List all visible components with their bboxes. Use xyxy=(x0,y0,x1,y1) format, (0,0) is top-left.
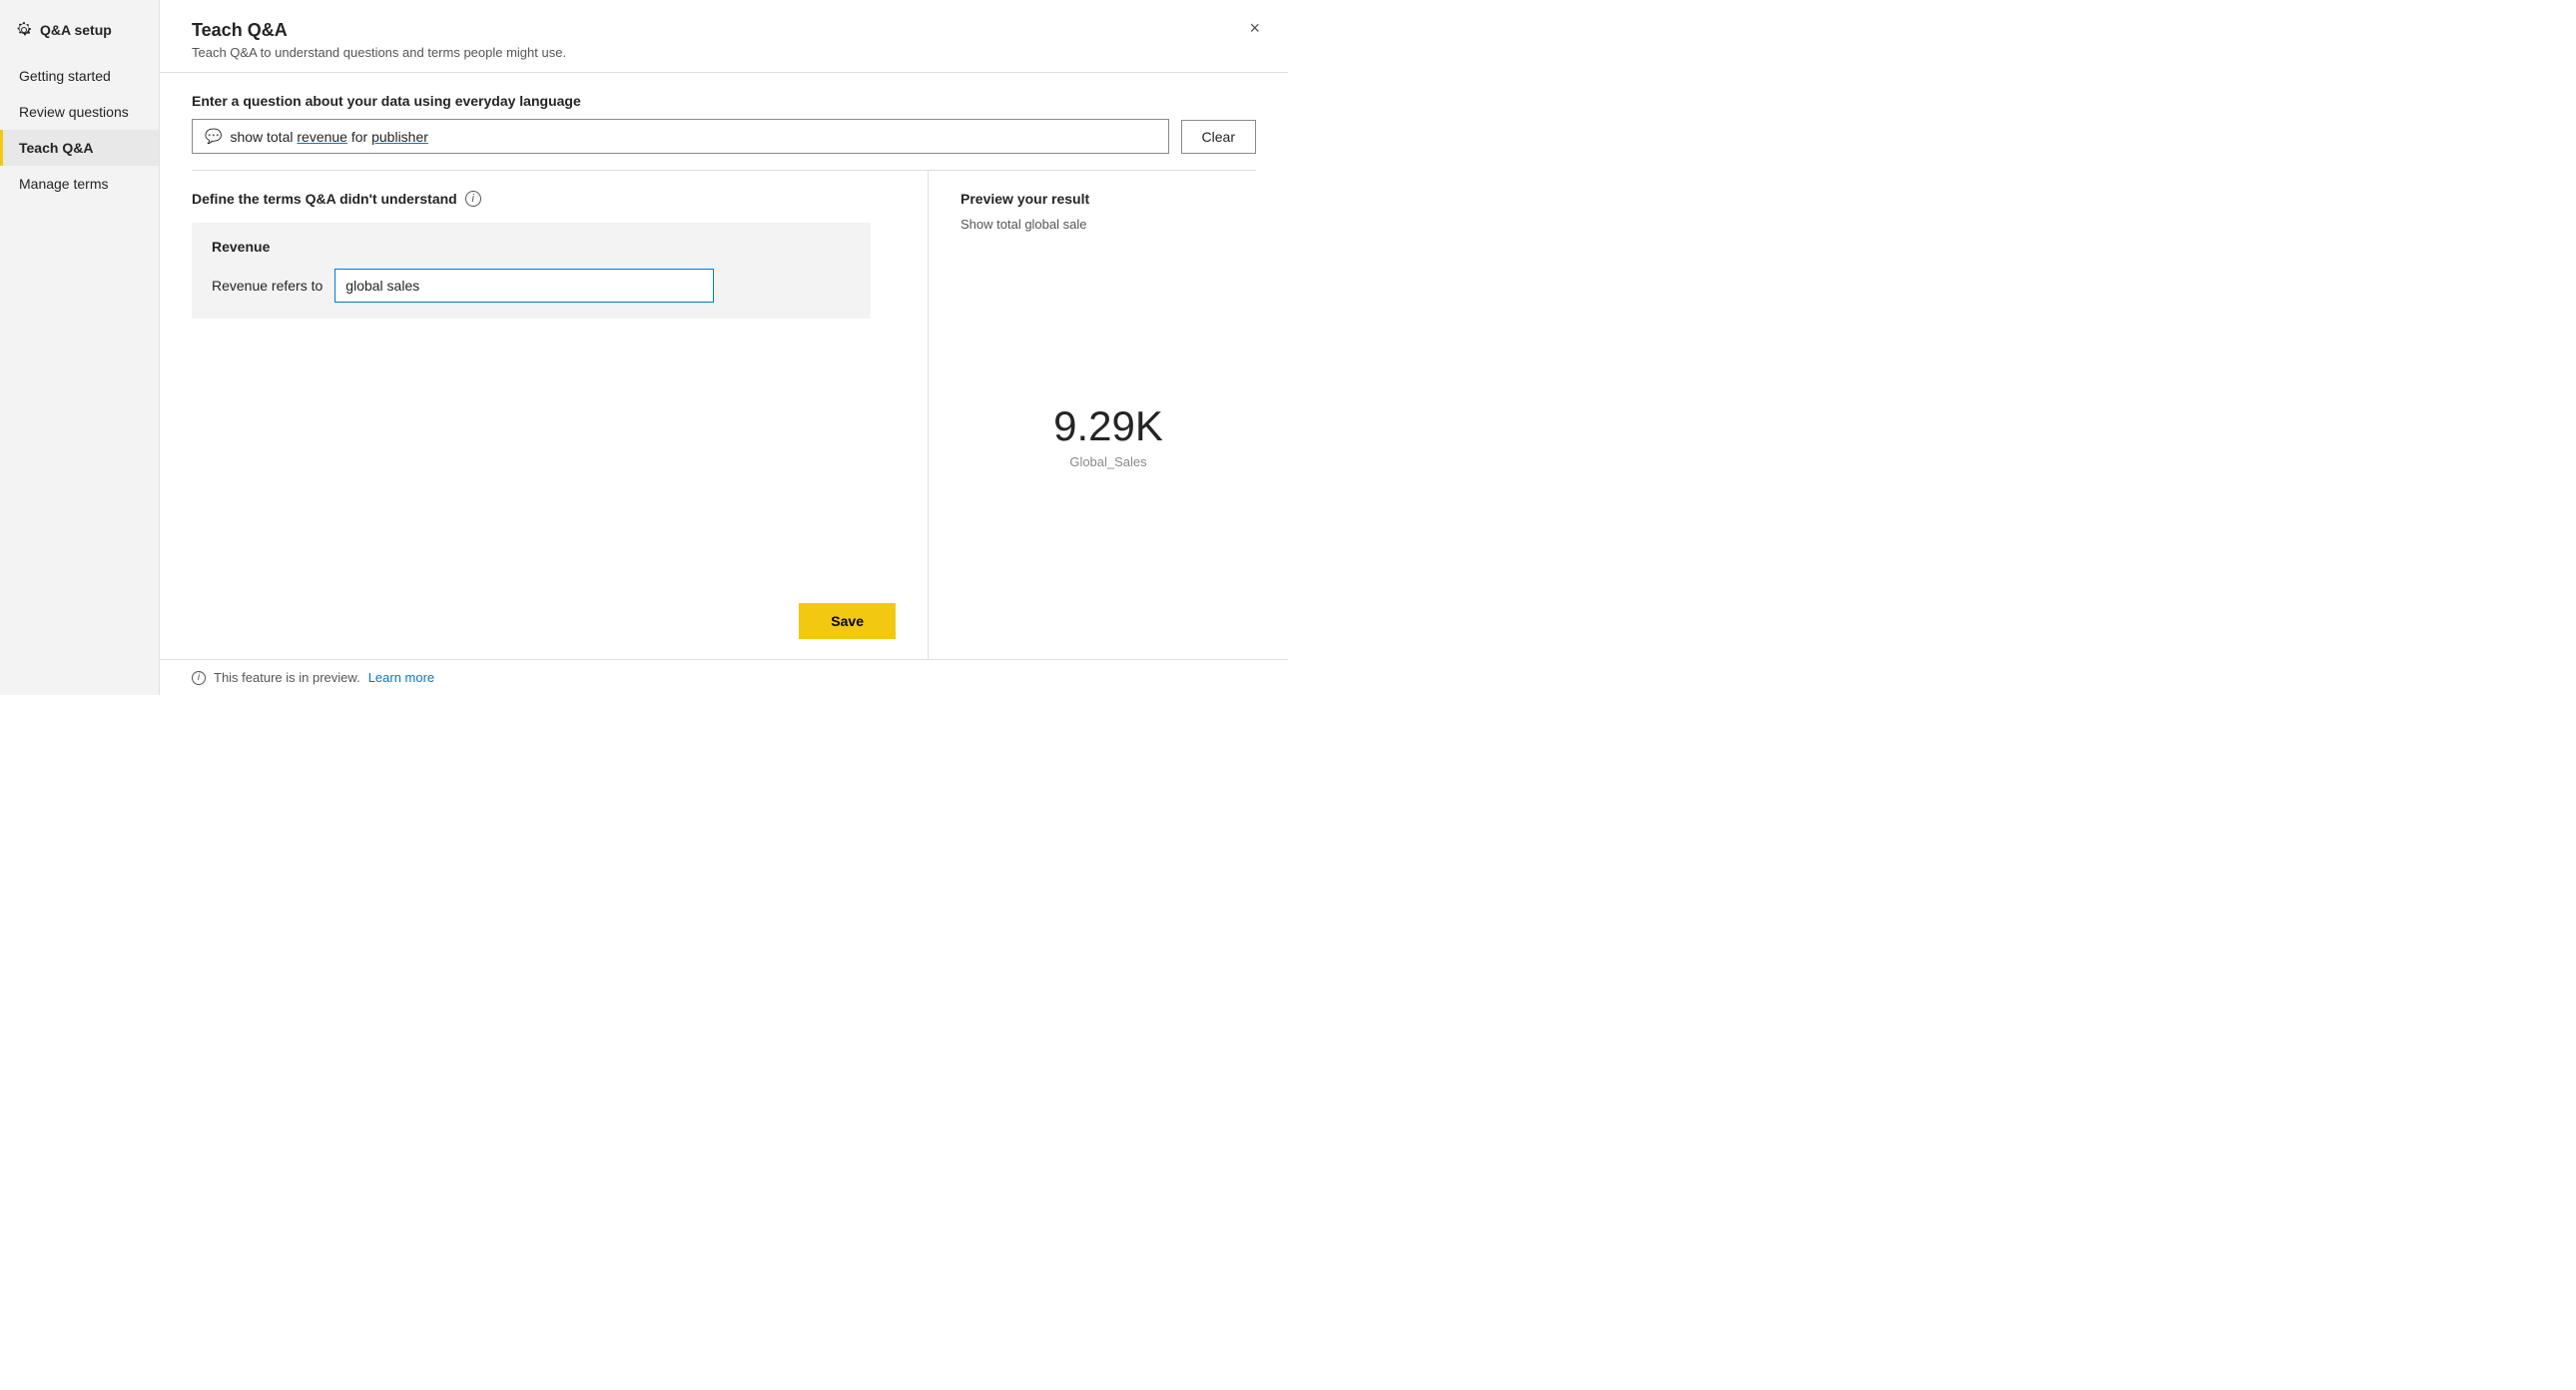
define-title: Define the terms Q&A didn't understand i xyxy=(192,191,896,207)
content-area: Define the terms Q&A didn't understand i… xyxy=(160,171,1288,659)
sidebar-item-teach-qa[interactable]: Teach Q&A xyxy=(0,130,159,166)
save-area: Save xyxy=(192,587,896,639)
term-refers-label: Revenue refers to xyxy=(212,278,322,294)
preview-field-label: Global_Sales xyxy=(1069,454,1146,469)
main-footer: i This feature is in preview. Learn more xyxy=(160,659,1288,695)
sidebar: Q&A setup Getting started Review questio… xyxy=(0,0,160,695)
question-input-row: 💬 show total revenue for publisher Clear xyxy=(192,119,1256,154)
footer-info-icon: i xyxy=(192,671,206,685)
define-info-icon[interactable]: i xyxy=(465,191,481,207)
question-label: Enter a question about your data using e… xyxy=(192,93,1256,109)
sidebar-item-getting-started[interactable]: Getting started xyxy=(0,58,159,94)
preview-value-area: 9.29K Global_Sales xyxy=(961,232,1256,639)
page-title: Teach Q&A xyxy=(192,20,1256,41)
sidebar-item-review-questions[interactable]: Review questions xyxy=(0,94,159,130)
clear-button[interactable]: Clear xyxy=(1181,120,1256,154)
preview-subtitle: Show total global sale xyxy=(961,217,1256,232)
term-row: Revenue refers to xyxy=(212,269,851,303)
left-panel: Define the terms Q&A didn't understand i… xyxy=(160,171,929,659)
term-refers-input[interactable] xyxy=(334,269,714,303)
chat-icon: 💬 xyxy=(205,128,222,145)
sidebar-item-manage-terms[interactable]: Manage terms xyxy=(0,166,159,202)
footer-text: This feature is in preview. xyxy=(214,670,360,685)
close-button[interactable]: × xyxy=(1241,14,1268,43)
term-revenue: revenue xyxy=(297,129,347,145)
gear-icon xyxy=(16,22,32,38)
question-section: Enter a question about your data using e… xyxy=(160,73,1288,154)
sidebar-header: Q&A setup xyxy=(0,10,159,58)
page-subtitle: Teach Q&A to understand questions and te… xyxy=(192,45,1256,60)
main-content: × Teach Q&A Teach Q&A to understand ques… xyxy=(160,0,1288,695)
right-panel: Preview your result Show total global sa… xyxy=(929,171,1288,659)
question-text: show total revenue for publisher xyxy=(230,129,427,145)
term-publisher: publisher xyxy=(371,129,428,145)
save-button[interactable]: Save xyxy=(799,603,896,639)
preview-big-number: 9.29K xyxy=(1053,402,1163,450)
sidebar-title: Q&A setup xyxy=(40,22,112,38)
preview-title: Preview your result xyxy=(961,191,1256,207)
question-input-wrapper[interactable]: 💬 show total revenue for publisher xyxy=(192,119,1169,154)
term-card: Revenue Revenue refers to xyxy=(192,223,871,319)
learn-more-link[interactable]: Learn more xyxy=(368,670,434,685)
main-header: Teach Q&A Teach Q&A to understand questi… xyxy=(160,0,1288,73)
term-name: Revenue xyxy=(212,239,851,255)
